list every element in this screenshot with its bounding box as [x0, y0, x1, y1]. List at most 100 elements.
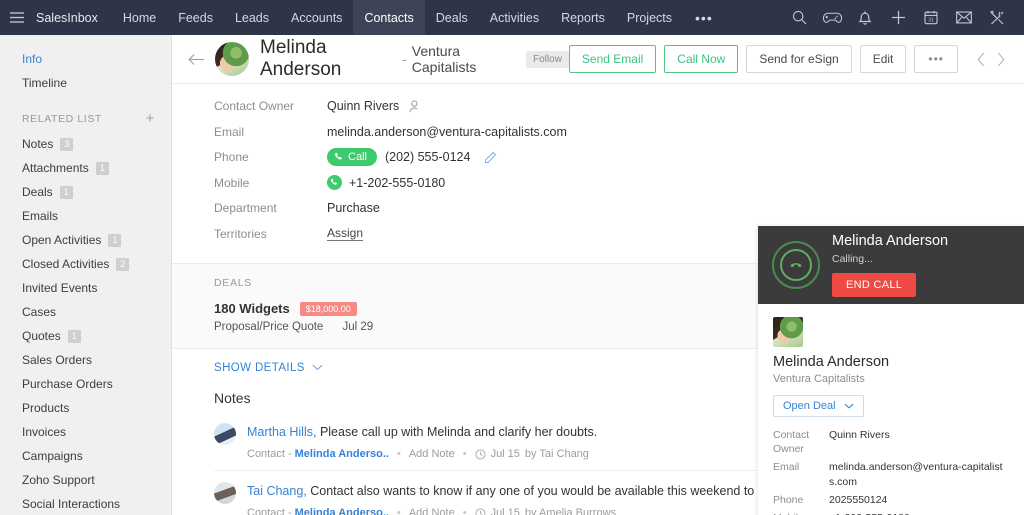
sidebar-item-purchase-orders[interactable]: Purchase Orders [0, 372, 171, 396]
send-email-button[interactable]: Send Email [568, 45, 657, 73]
deal-stage: Proposal/Price Quote [214, 321, 324, 333]
field-label: Territories [214, 226, 267, 241]
phone-icon [334, 152, 342, 160]
note-body-text: Contact also wants to know if any one of… [306, 484, 830, 499]
call-button[interactable]: Call [327, 148, 377, 167]
assign-link[interactable]: Assign [327, 226, 364, 242]
chevron-right-icon[interactable] [992, 50, 1010, 69]
call-now-button[interactable]: Call Now [664, 45, 739, 73]
sidebar-item-invited-events[interactable]: Invited Events [0, 276, 171, 300]
meta-separator: • [396, 448, 401, 461]
end-call-button[interactable]: END CALL [832, 273, 917, 297]
sidebar-item-zoho-support[interactable]: Zoho Support [0, 468, 171, 492]
call-status-indicator [772, 241, 820, 289]
call-field-phone: Phone 2025550124 [773, 493, 1009, 507]
search-icon[interactable] [784, 0, 814, 35]
call-status-text: Calling... [832, 253, 873, 265]
sidebar-item-info[interactable]: Info [0, 47, 171, 71]
field-value: melinda.anderson@ventura-capitalists.com [829, 461, 1003, 488]
sidebar-item-count: 1 [95, 161, 109, 175]
field-value: 2025550124 [829, 493, 888, 506]
field-value: +1-202-555-0180 [327, 175, 445, 191]
deal-date: Jul 29 [342, 321, 374, 333]
sidebar-item-quotes[interactable]: Quotes 1 [0, 324, 171, 348]
sidebar-item-label: Campaigns [22, 449, 83, 463]
avatar [215, 42, 249, 76]
meta-separator: • [396, 507, 401, 515]
sidebar-item-social-interactions[interactable]: Social Interactions [0, 492, 171, 515]
nav-item-reports[interactable]: Reports [550, 0, 616, 35]
left-sidebar: Info Timeline RELATED LIST + Notes 3 Att… [0, 35, 172, 515]
nav-item-deals[interactable]: Deals [425, 0, 479, 35]
nav-item-accounts[interactable]: Accounts [280, 0, 353, 35]
sidebar-item-timeline[interactable]: Timeline [0, 71, 171, 95]
sidebar-item-open-activities[interactable]: Open Activities 1 [0, 228, 171, 252]
contact-owner-value: Quinn Rivers [327, 99, 400, 114]
envelope-icon[interactable] [949, 0, 979, 35]
related-list-header: RELATED LIST + [0, 95, 171, 132]
add-note-link[interactable]: Add Note [409, 507, 455, 515]
brand-salesinbox[interactable]: SalesInbox [34, 0, 112, 35]
email-value[interactable]: melinda.anderson@ventura-capitalists.com [327, 125, 567, 139]
note-author[interactable]: Martha Hills, [247, 425, 316, 439]
call-panel-header: Melinda Anderson Calling... END CALL [758, 226, 1024, 304]
nav-item-contacts[interactable]: Contacts [353, 0, 425, 35]
hamburger-icon[interactable] [0, 0, 34, 35]
plus-icon[interactable]: + [146, 111, 155, 126]
tools-icon[interactable] [982, 0, 1012, 35]
meta-separator: • [462, 448, 467, 461]
clock-icon [475, 449, 486, 460]
nav-item-feeds[interactable]: Feeds [167, 0, 224, 35]
add-note-link[interactable]: Add Note [409, 448, 455, 460]
sidebar-item-label: Quotes [22, 329, 61, 343]
sidebar-item-closed-activities[interactable]: Closed Activities 2 [0, 252, 171, 276]
field-contact-owner: Contact Owner Quinn Rivers [214, 96, 1024, 117]
nav-item-activities[interactable]: Activities [479, 0, 550, 35]
sidebar-item-notes[interactable]: Notes 3 [0, 132, 171, 156]
sidebar-item-products[interactable]: Products [0, 396, 171, 420]
send-for-esign-button[interactable]: Send for eSign [746, 45, 852, 73]
sidebar-item-cases[interactable]: Cases [0, 300, 171, 324]
edit-button[interactable]: Edit [859, 45, 907, 73]
nav-more-button[interactable]: ••• [683, 0, 725, 35]
sidebar-item-label: Attachments [22, 161, 89, 175]
sidebar-item-invoices[interactable]: Invoices [0, 420, 171, 444]
plus-icon[interactable] [883, 0, 913, 35]
field-label: Phone [773, 493, 804, 506]
account-name[interactable]: Ventura Capitalists [412, 43, 517, 75]
avatar [773, 317, 803, 347]
avatar [214, 482, 236, 505]
call-panel-fields: Contact Owner Quinn Rivers Email melinda… [773, 428, 1009, 515]
note-by: by Tai Chang [524, 448, 589, 461]
sidebar-item-sales-orders[interactable]: Sales Orders [0, 348, 171, 372]
note-author[interactable]: Tai Chang, [247, 484, 307, 498]
gamepad-icon[interactable] [817, 0, 847, 35]
nav-item-projects[interactable]: Projects [616, 0, 683, 35]
note-meta-prefix: Contact - [247, 507, 292, 515]
sidebar-item-label: Cases [22, 305, 57, 319]
calendar-icon[interactable]: 31 [916, 0, 946, 35]
field-label: Mobile [214, 175, 250, 190]
edit-pencil-icon[interactable] [484, 151, 497, 164]
bell-icon[interactable] [850, 0, 880, 35]
back-arrow-icon[interactable] [188, 53, 215, 66]
call-contact-name: Melinda Anderson [832, 233, 949, 249]
nav-item-home[interactable]: Home [112, 0, 167, 35]
sidebar-item-emails[interactable]: Emails [0, 204, 171, 228]
call-field-mobile: Mobile +1-202-555-0180 [773, 511, 1009, 515]
sidebar-item-campaigns[interactable]: Campaigns [0, 444, 171, 468]
more-actions-button[interactable]: ••• [914, 45, 958, 73]
follow-button[interactable]: Follow [526, 50, 569, 68]
note-related-link[interactable]: Melinda Anderso.. [295, 448, 389, 460]
chevron-left-icon[interactable] [972, 50, 990, 69]
phone-icon[interactable] [327, 175, 342, 191]
open-deal-label: Open Deal [783, 400, 836, 412]
user-icon[interactable] [409, 100, 421, 113]
open-deal-dropdown[interactable]: Open Deal [773, 395, 864, 417]
sidebar-item-label: Invoices [22, 425, 67, 439]
sidebar-item-deals[interactable]: Deals 1 [0, 180, 171, 204]
sidebar-item-attachments[interactable]: Attachments 1 [0, 156, 171, 180]
note-related-link[interactable]: Melinda Anderso.. [295, 507, 389, 515]
nav-item-leads[interactable]: Leads [224, 0, 280, 35]
field-label: Email [773, 461, 800, 474]
